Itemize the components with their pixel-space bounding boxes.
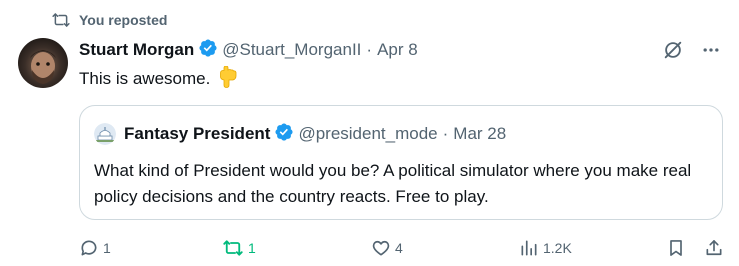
repost-count: 1 — [248, 240, 256, 256]
avatar[interactable] — [18, 38, 68, 88]
repost-action-icon — [222, 238, 244, 258]
header-separator: · — [366, 40, 373, 59]
reply-count: 1 — [103, 240, 111, 256]
more-icon[interactable] — [699, 38, 723, 62]
reply-button[interactable]: 1 — [79, 236, 111, 260]
author-name[interactable]: Stuart Morgan — [79, 40, 194, 60]
quoted-author-handle[interactable]: @president_mode — [298, 124, 437, 144]
quoted-tweet-date[interactable]: Mar 28 — [453, 124, 506, 144]
tweet-top-actions — [661, 38, 723, 62]
repost-banner: You reposted — [52, 10, 167, 30]
tweet-text-content: This is awesome. — [79, 69, 211, 88]
tweet-header: Stuart Morgan @Stuart_MorganII · Apr 8 — [79, 38, 418, 63]
quoted-tweet-card[interactable]: Fantasy President @president_mode · Mar … — [79, 105, 723, 220]
heart-icon — [371, 238, 391, 258]
views-chart-icon — [519, 238, 539, 258]
bookmark-icon — [666, 238, 686, 258]
verified-badge-icon — [198, 38, 218, 63]
author-handle[interactable]: @Stuart_MorganII — [222, 40, 361, 60]
views-button[interactable]: 1.2K — [519, 236, 572, 260]
quoted-tweet-text: What kind of President would you be? A p… — [94, 161, 692, 206]
like-button[interactable]: 4 — [371, 236, 403, 260]
quoted-header-separator: · — [442, 124, 449, 143]
quoted-author-name[interactable]: Fantasy President — [124, 124, 270, 144]
repost-icon — [52, 11, 70, 29]
share-button[interactable] — [704, 236, 724, 260]
bookmark-button[interactable] — [666, 236, 686, 260]
pointing-down-emoji-icon — [218, 65, 238, 94]
repost-button[interactable]: 1 — [222, 236, 256, 260]
quoted-tweet-avatar[interactable] — [94, 123, 124, 145]
quoted-verified-badge-icon — [274, 122, 294, 147]
repost-banner-text: You reposted — [79, 12, 168, 28]
like-count: 4 — [395, 240, 403, 256]
reply-icon — [79, 238, 99, 258]
views-count: 1.2K — [543, 240, 572, 256]
quoted-tweet-header: Fantasy President @president_mode · Mar … — [94, 122, 506, 147]
grok-icon[interactable] — [661, 38, 685, 62]
tweet-action-bar: 1 1 4 1.2K — [79, 236, 724, 260]
share-icon — [704, 238, 724, 258]
tweet-date[interactable]: Apr 8 — [377, 40, 418, 60]
tweet-text: This is awesome. — [79, 65, 238, 94]
